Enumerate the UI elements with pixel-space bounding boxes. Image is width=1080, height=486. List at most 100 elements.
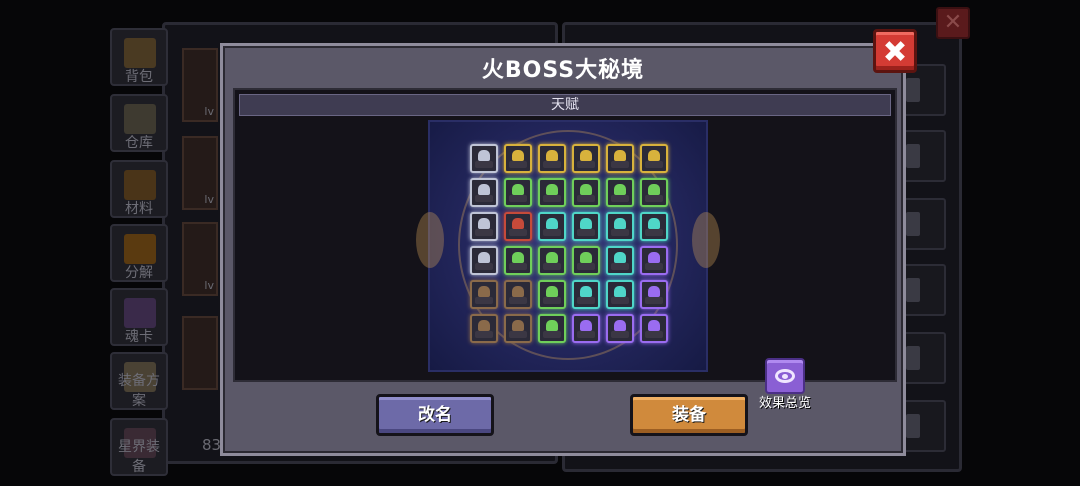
talent-node[interactable] bbox=[504, 280, 532, 309]
talent-node[interactable] bbox=[470, 212, 498, 241]
effect-overview-button[interactable] bbox=[765, 358, 805, 394]
talent-node[interactable] bbox=[606, 144, 634, 173]
sidebar-item-materials: 材料 bbox=[110, 160, 168, 218]
talent-figure-base bbox=[475, 297, 493, 304]
talent-figure-icon bbox=[478, 286, 490, 297]
talent-node[interactable] bbox=[606, 178, 634, 207]
talent-node[interactable] bbox=[538, 246, 566, 275]
talent-node[interactable] bbox=[640, 178, 668, 207]
magic-circle-left-ornament bbox=[416, 212, 444, 268]
talent-figure-base bbox=[645, 195, 663, 202]
sidebar-item-label: 星界装备 bbox=[118, 439, 160, 475]
slot-icon bbox=[906, 144, 920, 168]
sidebar-item-label: 分解 bbox=[125, 265, 153, 281]
talent-node[interactable] bbox=[538, 144, 566, 173]
sidebar-item-label: 背包 bbox=[125, 69, 153, 85]
talent-node[interactable] bbox=[606, 212, 634, 241]
talent-figure-base bbox=[577, 161, 595, 168]
slot-icon bbox=[906, 212, 920, 236]
talent-figure-base bbox=[611, 331, 629, 338]
talent-figure-base bbox=[577, 297, 595, 304]
background-card bbox=[182, 316, 218, 390]
talent-node[interactable] bbox=[504, 144, 532, 173]
modal-title: 火BOSS大秘境 bbox=[481, 58, 645, 83]
talent-node[interactable] bbox=[572, 178, 600, 207]
talent-node[interactable] bbox=[504, 178, 532, 207]
talent-figure-icon bbox=[614, 218, 626, 229]
talent-figure-icon bbox=[648, 286, 660, 297]
talent-node[interactable] bbox=[606, 314, 634, 343]
talent-figure-base bbox=[475, 161, 493, 168]
talent-figure-icon bbox=[512, 218, 524, 229]
talent-figure-icon bbox=[614, 320, 626, 331]
talent-figure-base bbox=[543, 297, 561, 304]
talent-node[interactable] bbox=[504, 246, 532, 275]
talent-figure-icon bbox=[478, 218, 490, 229]
talent-node[interactable] bbox=[538, 280, 566, 309]
talent-node[interactable] bbox=[470, 314, 498, 343]
talent-figure-base bbox=[543, 229, 561, 236]
talent-node[interactable] bbox=[572, 280, 600, 309]
talent-node[interactable] bbox=[606, 280, 634, 309]
talent-figure-icon bbox=[580, 252, 592, 263]
talent-figure-base bbox=[543, 161, 561, 168]
talent-node[interactable] bbox=[640, 280, 668, 309]
talent-figure-icon bbox=[648, 184, 660, 195]
talent-node[interactable] bbox=[606, 246, 634, 275]
talent-figure-icon bbox=[580, 320, 592, 331]
talent-node[interactable] bbox=[538, 212, 566, 241]
talent-node[interactable] bbox=[572, 246, 600, 275]
talent-node[interactable] bbox=[470, 178, 498, 207]
game-screen: ✕ 背包 仓库 材料 分解 魂卡 装备方案 星界装备 lv lv lv 83 火… bbox=[0, 0, 1080, 486]
talent-node[interactable] bbox=[640, 246, 668, 275]
talent-figure-base bbox=[509, 195, 527, 202]
talent-figure-icon bbox=[546, 150, 558, 161]
talent-node[interactable] bbox=[470, 246, 498, 275]
talent-figure-icon bbox=[478, 252, 490, 263]
talent-figure-base bbox=[475, 195, 493, 202]
talent-node[interactable] bbox=[538, 314, 566, 343]
sidebar-item-warehouse: 仓库 bbox=[110, 94, 168, 152]
slot-icon bbox=[906, 346, 920, 370]
talent-node[interactable] bbox=[504, 212, 532, 241]
talent-node[interactable] bbox=[470, 280, 498, 309]
talent-figure-base bbox=[543, 195, 561, 202]
slot-icon bbox=[906, 414, 920, 438]
talent-board bbox=[416, 120, 720, 372]
talent-figure-icon bbox=[614, 184, 626, 195]
card-level-label: lv bbox=[204, 279, 214, 292]
talent-node[interactable] bbox=[504, 314, 532, 343]
talent-node[interactable] bbox=[640, 212, 668, 241]
talent-node[interactable] bbox=[640, 314, 668, 343]
eye-icon bbox=[775, 369, 795, 383]
decompose-icon bbox=[124, 234, 156, 264]
talent-node[interactable] bbox=[538, 178, 566, 207]
talent-figure-base bbox=[509, 161, 527, 168]
talent-figure-base bbox=[611, 263, 629, 270]
sidebar-item-equipment-plan: 装备方案 bbox=[110, 352, 168, 410]
equip-button[interactable]: 装备 bbox=[630, 394, 748, 436]
close-icon[interactable] bbox=[873, 29, 917, 73]
sidebar-item-soul-card: 魂卡 bbox=[110, 288, 168, 346]
talent-figure-icon bbox=[546, 252, 558, 263]
talent-figure-icon bbox=[648, 150, 660, 161]
effect-overview-label: 效果总览 bbox=[758, 396, 811, 411]
card-level-label: lv bbox=[204, 105, 214, 118]
talent-figure-icon bbox=[580, 218, 592, 229]
talent-figure-base bbox=[475, 331, 493, 338]
talent-node[interactable] bbox=[640, 144, 668, 173]
talent-figure-base bbox=[611, 161, 629, 168]
talent-figure-icon bbox=[580, 184, 592, 195]
talent-figure-base bbox=[577, 229, 595, 236]
talent-node[interactable] bbox=[470, 144, 498, 173]
talent-figure-icon bbox=[614, 252, 626, 263]
talent-figure-icon bbox=[512, 184, 524, 195]
rename-button[interactable]: 改名 bbox=[376, 394, 494, 436]
talent-figure-icon bbox=[546, 218, 558, 229]
talent-node[interactable] bbox=[572, 212, 600, 241]
talent-figure-base bbox=[611, 229, 629, 236]
talent-figure-icon bbox=[546, 320, 558, 331]
talent-figure-base bbox=[509, 331, 527, 338]
talent-node[interactable] bbox=[572, 144, 600, 173]
talent-node[interactable] bbox=[572, 314, 600, 343]
